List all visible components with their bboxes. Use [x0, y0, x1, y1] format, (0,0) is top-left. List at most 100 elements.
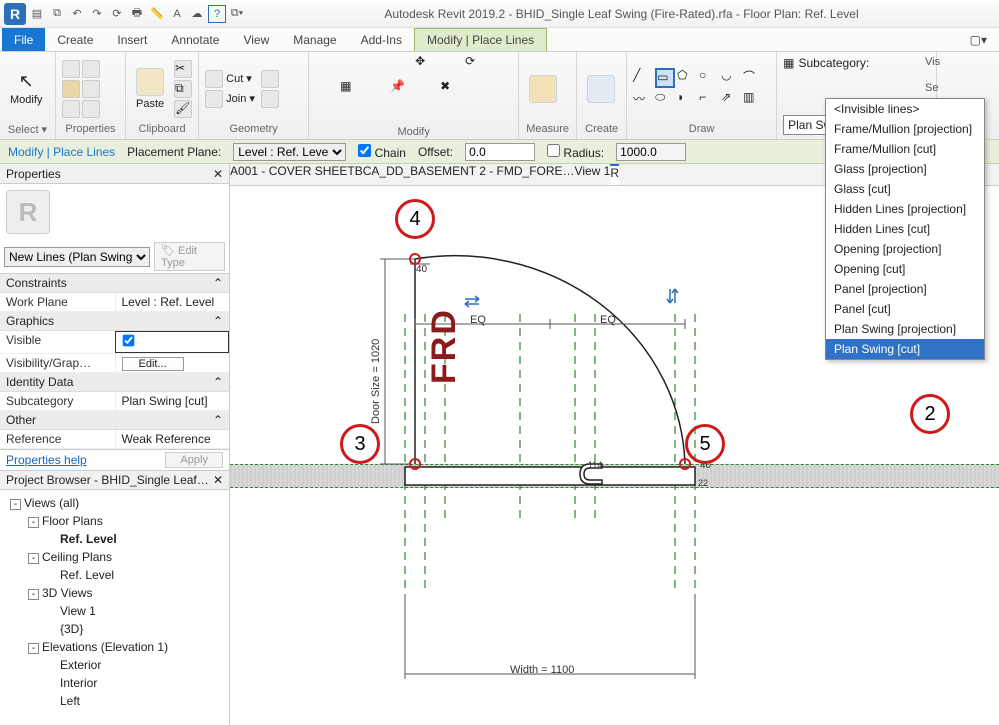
paste-button[interactable]: Paste — [132, 66, 168, 112]
tree-node[interactable]: Ref. Level — [10, 566, 225, 584]
trim-extend-icon[interactable] — [490, 54, 512, 76]
trim-corner-icon[interactable] — [465, 79, 487, 101]
properties-help-link[interactable]: Properties help — [6, 453, 87, 467]
delete-icon[interactable]: ✖ — [440, 79, 462, 101]
polygon-tool-icon[interactable]: ⬠ — [677, 68, 697, 88]
qat-undo-icon[interactable]: ↶ — [68, 5, 86, 23]
edit-type-button[interactable]: 🏷 Edit Type — [154, 242, 225, 271]
pin-icon[interactable]: 📌 — [390, 79, 412, 101]
tab-file[interactable]: File — [2, 28, 45, 51]
copy-icon[interactable] — [440, 54, 462, 76]
prop-group-constraints[interactable]: Constraints⌃ — [0, 274, 229, 293]
subcat-option[interactable]: Glass [cut] — [826, 179, 984, 199]
placement-plane-select[interactable]: Level : Ref. Leve — [233, 143, 346, 161]
project-browser-header[interactable]: Project Browser - BHID_Single Leaf…✕ — [0, 470, 229, 490]
type-selector[interactable]: New Lines (Plan Swing — [4, 247, 150, 267]
type-properties-icon[interactable] — [82, 60, 100, 78]
cut-clipboard-icon[interactable]: ✂ — [174, 60, 192, 78]
qat-sync-icon[interactable]: ⟳ — [108, 5, 126, 23]
apply-button[interactable]: Apply — [165, 452, 223, 468]
chain-checkbox[interactable]: Chain — [358, 144, 406, 160]
prop-group-identity[interactable]: Identity Data⌃ — [0, 373, 229, 392]
fillet-tool-icon[interactable]: ⌐ — [699, 90, 719, 110]
prop-value[interactable]: Plan Swing [cut] — [115, 392, 230, 410]
subcat-option[interactable]: Hidden Lines [projection] — [826, 199, 984, 219]
qat-switch-icon[interactable]: ⧉▾ — [228, 5, 246, 23]
tab-manage[interactable]: Manage — [281, 28, 348, 51]
unpin-icon[interactable] — [415, 79, 437, 101]
assembly-icon[interactable] — [390, 104, 412, 126]
properties-palette-toggle[interactable] — [62, 60, 100, 118]
tab-view[interactable]: View — [231, 28, 281, 51]
subcat-option[interactable]: Opening [projection] — [826, 239, 984, 259]
subcat-option[interactable]: Hidden Lines [cut] — [826, 219, 984, 239]
line-tool-icon[interactable]: ╱ — [633, 68, 653, 88]
rotate-icon[interactable]: ⟳ — [465, 54, 487, 76]
qat-text-icon[interactable]: A — [168, 5, 186, 23]
measure-button[interactable] — [525, 73, 561, 105]
subcategory-dropdown-list[interactable]: <Invisible lines> Frame/Mullion [project… — [825, 98, 985, 360]
close-icon[interactable]: ✕ — [213, 473, 223, 487]
mirror-pick-icon[interactable] — [365, 54, 387, 76]
trim-single-icon[interactable] — [490, 79, 512, 101]
radius-checkbox[interactable]: Radius: — [547, 144, 604, 160]
subcat-option[interactable]: Panel [projection] — [826, 279, 984, 299]
spline-tool-icon[interactable]: 〰 — [633, 90, 653, 110]
subcat-option[interactable]: Opening [cut] — [826, 259, 984, 279]
qat-open-icon[interactable]: ▤ — [28, 5, 46, 23]
tree-node[interactable]: Ref. Level — [10, 530, 225, 548]
subcat-option[interactable]: Glass [projection] — [826, 159, 984, 179]
properties-icon-2[interactable] — [62, 100, 80, 118]
prop-value[interactable]: Level : Ref. Level — [115, 293, 230, 311]
properties-icon[interactable] — [62, 60, 80, 78]
tree-node[interactable]: Interior — [10, 674, 225, 692]
demolish-icon[interactable] — [365, 104, 387, 126]
tree-node[interactable]: Exterior — [10, 656, 225, 674]
partial-ellipse-icon[interactable]: ◗ — [677, 90, 697, 110]
qat-redo-icon[interactable]: ↷ — [88, 5, 106, 23]
arc-tool-icon[interactable]: ◡ — [721, 68, 741, 88]
properties-palette-header[interactable]: Properties✕ — [0, 164, 229, 184]
tab-annotate[interactable]: Annotate — [159, 28, 231, 51]
part2-icon[interactable] — [440, 104, 462, 126]
radius-input[interactable] — [616, 143, 686, 161]
project-browser-tree[interactable]: -Views (all)-Floor PlansRef. Level-Ceili… — [0, 490, 229, 714]
offset-input[interactable] — [465, 143, 535, 161]
tree-node[interactable]: {3D} — [10, 620, 225, 638]
subcat-option[interactable]: Frame/Mullion [cut] — [826, 139, 984, 159]
family-types-icon[interactable] — [62, 80, 80, 98]
offset-icon[interactable] — [340, 54, 362, 76]
tree-node[interactable]: -Floor Plans — [10, 512, 225, 530]
tab-expand-icon[interactable]: ▢▾ — [958, 28, 999, 51]
array-icon[interactable]: ▦ — [340, 79, 362, 101]
group-icon[interactable] — [315, 104, 337, 126]
tab-addins[interactable]: Add-Ins — [349, 28, 414, 51]
part3-icon[interactable] — [465, 104, 487, 126]
subcat-option[interactable]: Plan Swing [projection] — [826, 319, 984, 339]
project-units-icon[interactable] — [82, 80, 100, 98]
copy-clipboard-icon[interactable]: ⧉ — [174, 80, 192, 98]
split-icon[interactable] — [315, 79, 337, 101]
tree-node[interactable]: Left — [10, 692, 225, 710]
circle-tool-icon[interactable]: ○ — [699, 68, 719, 88]
tab-modify-place-lines[interactable]: Modify | Place Lines — [414, 28, 547, 51]
prop-value[interactable]: Weak Reference — [115, 430, 230, 448]
tab-insert[interactable]: Insert — [105, 28, 159, 51]
join-geometry-button[interactable]: Join▾ — [205, 90, 255, 108]
cope-icon[interactable] — [261, 70, 279, 88]
tree-node[interactable]: -Elevations (Elevation 1) — [10, 638, 225, 656]
subcat-option[interactable]: <Invisible lines> — [826, 99, 984, 119]
match-type-icon[interactable]: 🖌 — [174, 100, 192, 118]
move-icon[interactable]: ✥ — [415, 54, 437, 76]
cut-geometry-button[interactable]: Cut▾ — [205, 70, 255, 88]
ungroup-icon[interactable] — [340, 104, 362, 126]
tab-create[interactable]: Create — [45, 28, 105, 51]
subcat-option[interactable]: Panel [cut] — [826, 299, 984, 319]
arc3pt-tool-icon[interactable]: ⌒ — [743, 68, 763, 88]
tree-node[interactable]: -Views (all) — [10, 494, 225, 512]
qat-print-icon[interactable]: 🖶 — [128, 5, 146, 23]
tree-node[interactable]: -Ceiling Plans — [10, 548, 225, 566]
qat-save-icon[interactable]: ⧉ — [48, 5, 66, 23]
properties-icon-3[interactable] — [82, 100, 100, 118]
tree-node[interactable]: -3D Views — [10, 584, 225, 602]
